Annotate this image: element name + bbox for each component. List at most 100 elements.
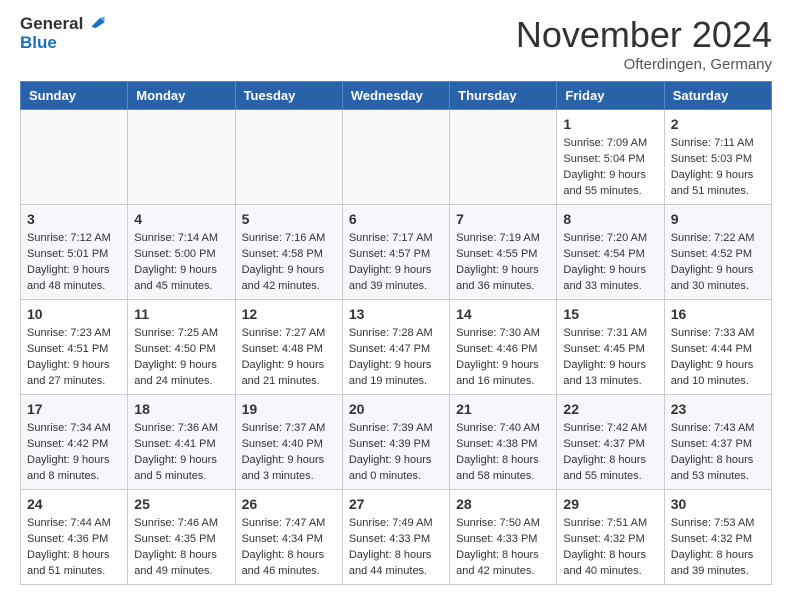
calendar-week-4: 17Sunrise: 7:34 AM Sunset: 4:42 PM Dayli… xyxy=(21,395,772,490)
day-info: Sunrise: 7:14 AM Sunset: 5:00 PM Dayligh… xyxy=(134,231,228,295)
calendar-cell xyxy=(450,110,557,205)
logo: General Blue xyxy=(20,14,106,53)
col-friday: Friday xyxy=(557,82,664,110)
day-info: Sunrise: 7:11 AM Sunset: 5:03 PM Dayligh… xyxy=(671,136,765,200)
col-sunday: Sunday xyxy=(21,82,128,110)
calendar-cell xyxy=(21,110,128,205)
calendar-table: Sunday Monday Tuesday Wednesday Thursday… xyxy=(20,81,772,585)
day-number: 7 xyxy=(456,209,550,229)
day-info: Sunrise: 7:37 AM Sunset: 4:40 PM Dayligh… xyxy=(242,421,336,485)
day-number: 16 xyxy=(671,304,765,324)
day-info: Sunrise: 7:16 AM Sunset: 4:58 PM Dayligh… xyxy=(242,231,336,295)
calendar-week-5: 24Sunrise: 7:44 AM Sunset: 4:36 PM Dayli… xyxy=(21,490,772,585)
calendar-cell: 26Sunrise: 7:47 AM Sunset: 4:34 PM Dayli… xyxy=(235,490,342,585)
day-number: 30 xyxy=(671,494,765,514)
calendar-cell: 9Sunrise: 7:22 AM Sunset: 4:52 PM Daylig… xyxy=(664,205,771,300)
day-number: 20 xyxy=(349,399,443,419)
day-info: Sunrise: 7:49 AM Sunset: 4:33 PM Dayligh… xyxy=(349,516,443,580)
day-number: 27 xyxy=(349,494,443,514)
calendar-cell: 28Sunrise: 7:50 AM Sunset: 4:33 PM Dayli… xyxy=(450,490,557,585)
logo-bird-icon xyxy=(84,12,106,34)
col-thursday: Thursday xyxy=(450,82,557,110)
day-number: 5 xyxy=(242,209,336,229)
day-info: Sunrise: 7:23 AM Sunset: 4:51 PM Dayligh… xyxy=(27,326,121,390)
day-number: 4 xyxy=(134,209,228,229)
day-number: 15 xyxy=(563,304,657,324)
calendar-cell: 30Sunrise: 7:53 AM Sunset: 4:32 PM Dayli… xyxy=(664,490,771,585)
calendar-cell: 19Sunrise: 7:37 AM Sunset: 4:40 PM Dayli… xyxy=(235,395,342,490)
day-number: 13 xyxy=(349,304,443,324)
day-number: 22 xyxy=(563,399,657,419)
calendar-cell: 7Sunrise: 7:19 AM Sunset: 4:55 PM Daylig… xyxy=(450,205,557,300)
day-info: Sunrise: 7:28 AM Sunset: 4:47 PM Dayligh… xyxy=(349,326,443,390)
location: Ofterdingen, Germany xyxy=(516,56,772,73)
day-number: 28 xyxy=(456,494,550,514)
day-info: Sunrise: 7:50 AM Sunset: 4:33 PM Dayligh… xyxy=(456,516,550,580)
logo-blue-text: Blue xyxy=(20,33,57,52)
header-row: Sunday Monday Tuesday Wednesday Thursday… xyxy=(21,82,772,110)
day-number: 25 xyxy=(134,494,228,514)
col-saturday: Saturday xyxy=(664,82,771,110)
day-number: 1 xyxy=(563,114,657,134)
day-number: 18 xyxy=(134,399,228,419)
day-info: Sunrise: 7:40 AM Sunset: 4:38 PM Dayligh… xyxy=(456,421,550,485)
day-info: Sunrise: 7:51 AM Sunset: 4:32 PM Dayligh… xyxy=(563,516,657,580)
calendar-cell xyxy=(235,110,342,205)
day-number: 23 xyxy=(671,399,765,419)
day-info: Sunrise: 7:39 AM Sunset: 4:39 PM Dayligh… xyxy=(349,421,443,485)
calendar-header: Sunday Monday Tuesday Wednesday Thursday… xyxy=(21,82,772,110)
calendar-cell: 23Sunrise: 7:43 AM Sunset: 4:37 PM Dayli… xyxy=(664,395,771,490)
day-number: 21 xyxy=(456,399,550,419)
day-info: Sunrise: 7:53 AM Sunset: 4:32 PM Dayligh… xyxy=(671,516,765,580)
day-info: Sunrise: 7:44 AM Sunset: 4:36 PM Dayligh… xyxy=(27,516,121,580)
logo-general-text: General xyxy=(20,15,83,34)
calendar-cell: 18Sunrise: 7:36 AM Sunset: 4:41 PM Dayli… xyxy=(128,395,235,490)
day-number: 3 xyxy=(27,209,121,229)
day-info: Sunrise: 7:36 AM Sunset: 4:41 PM Dayligh… xyxy=(134,421,228,485)
day-info: Sunrise: 7:09 AM Sunset: 5:04 PM Dayligh… xyxy=(563,136,657,200)
day-number: 24 xyxy=(27,494,121,514)
day-number: 11 xyxy=(134,304,228,324)
calendar-cell xyxy=(342,110,449,205)
calendar-cell: 11Sunrise: 7:25 AM Sunset: 4:50 PM Dayli… xyxy=(128,300,235,395)
calendar-cell: 6Sunrise: 7:17 AM Sunset: 4:57 PM Daylig… xyxy=(342,205,449,300)
day-number: 10 xyxy=(27,304,121,324)
calendar-wrapper: Sunday Monday Tuesday Wednesday Thursday… xyxy=(0,81,792,605)
day-number: 12 xyxy=(242,304,336,324)
day-info: Sunrise: 7:22 AM Sunset: 4:52 PM Dayligh… xyxy=(671,231,765,295)
calendar-cell: 4Sunrise: 7:14 AM Sunset: 5:00 PM Daylig… xyxy=(128,205,235,300)
calendar-cell: 12Sunrise: 7:27 AM Sunset: 4:48 PM Dayli… xyxy=(235,300,342,395)
logo-text: General Blue xyxy=(20,14,106,53)
calendar-week-2: 3Sunrise: 7:12 AM Sunset: 5:01 PM Daylig… xyxy=(21,205,772,300)
calendar-cell: 17Sunrise: 7:34 AM Sunset: 4:42 PM Dayli… xyxy=(21,395,128,490)
calendar-cell: 24Sunrise: 7:44 AM Sunset: 4:36 PM Dayli… xyxy=(21,490,128,585)
day-number: 8 xyxy=(563,209,657,229)
day-info: Sunrise: 7:43 AM Sunset: 4:37 PM Dayligh… xyxy=(671,421,765,485)
title-block: November 2024 Ofterdingen, Germany xyxy=(516,14,772,73)
col-wednesday: Wednesday xyxy=(342,82,449,110)
calendar-cell: 10Sunrise: 7:23 AM Sunset: 4:51 PM Dayli… xyxy=(21,300,128,395)
day-info: Sunrise: 7:34 AM Sunset: 4:42 PM Dayligh… xyxy=(27,421,121,485)
day-number: 29 xyxy=(563,494,657,514)
calendar-cell: 27Sunrise: 7:49 AM Sunset: 4:33 PM Dayli… xyxy=(342,490,449,585)
calendar-cell: 15Sunrise: 7:31 AM Sunset: 4:45 PM Dayli… xyxy=(557,300,664,395)
day-info: Sunrise: 7:27 AM Sunset: 4:48 PM Dayligh… xyxy=(242,326,336,390)
day-info: Sunrise: 7:20 AM Sunset: 4:54 PM Dayligh… xyxy=(563,231,657,295)
calendar-cell: 20Sunrise: 7:39 AM Sunset: 4:39 PM Dayli… xyxy=(342,395,449,490)
calendar-cell: 5Sunrise: 7:16 AM Sunset: 4:58 PM Daylig… xyxy=(235,205,342,300)
calendar-cell: 13Sunrise: 7:28 AM Sunset: 4:47 PM Dayli… xyxy=(342,300,449,395)
calendar-cell: 8Sunrise: 7:20 AM Sunset: 4:54 PM Daylig… xyxy=(557,205,664,300)
calendar-cell: 29Sunrise: 7:51 AM Sunset: 4:32 PM Dayli… xyxy=(557,490,664,585)
calendar-cell xyxy=(128,110,235,205)
calendar-body: 1Sunrise: 7:09 AM Sunset: 5:04 PM Daylig… xyxy=(21,110,772,585)
day-info: Sunrise: 7:25 AM Sunset: 4:50 PM Dayligh… xyxy=(134,326,228,390)
calendar-cell: 2Sunrise: 7:11 AM Sunset: 5:03 PM Daylig… xyxy=(664,110,771,205)
day-number: 14 xyxy=(456,304,550,324)
calendar-cell: 3Sunrise: 7:12 AM Sunset: 5:01 PM Daylig… xyxy=(21,205,128,300)
day-info: Sunrise: 7:47 AM Sunset: 4:34 PM Dayligh… xyxy=(242,516,336,580)
day-info: Sunrise: 7:12 AM Sunset: 5:01 PM Dayligh… xyxy=(27,231,121,295)
day-number: 6 xyxy=(349,209,443,229)
calendar-cell: 1Sunrise: 7:09 AM Sunset: 5:04 PM Daylig… xyxy=(557,110,664,205)
calendar-week-3: 10Sunrise: 7:23 AM Sunset: 4:51 PM Dayli… xyxy=(21,300,772,395)
day-info: Sunrise: 7:30 AM Sunset: 4:46 PM Dayligh… xyxy=(456,326,550,390)
